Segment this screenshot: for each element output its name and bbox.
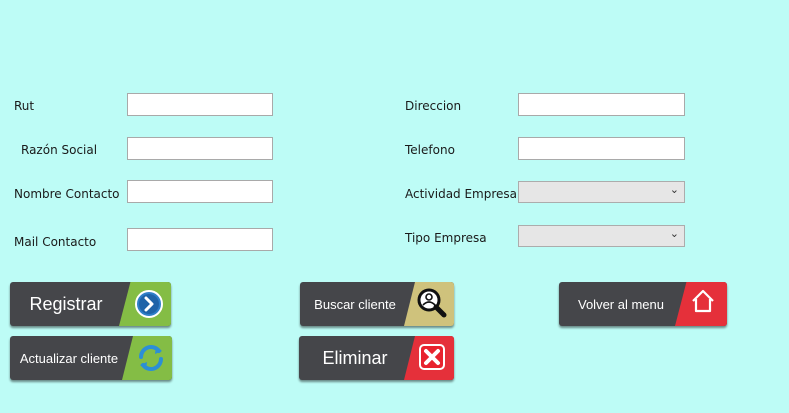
chevron-down-icon: ⌄ [669, 183, 679, 196]
eliminar-label: Eliminar [322, 347, 388, 368]
registrar-label: Registrar [29, 293, 103, 314]
razon-social-label: Razón Social [21, 143, 98, 157]
buscar-cliente-label: Buscar cliente [314, 296, 396, 312]
eliminar-button[interactable]: Eliminar [299, 336, 454, 380]
rut-input[interactable] [127, 93, 273, 116]
chevron-down-icon: ⌄ [669, 227, 679, 240]
razon-social-input[interactable] [127, 137, 273, 160]
actividad-empresa-label: Actividad Empresa [405, 187, 518, 201]
actualizar-cliente-label: Actualizar cliente [19, 350, 119, 366]
tipo-empresa-label: Tipo Empresa [405, 231, 487, 245]
mail-contacto-label: Mail Contacto [14, 235, 97, 249]
volver-al-menu-button[interactable]: Volver al menu [559, 282, 727, 326]
buscar-cliente-button[interactable]: Buscar cliente [300, 282, 454, 326]
arrow-right-icon [135, 290, 163, 318]
mail-contacto-input[interactable] [127, 228, 273, 251]
telefono-label: Telefono [405, 143, 455, 157]
actualizar-cliente-button[interactable]: Actualizar cliente [10, 336, 172, 380]
rut-label: Rut [14, 99, 35, 113]
nombre-contacto-label: Nombre Contacto [14, 187, 120, 201]
home-icon [692, 289, 714, 313]
direccion-label: Direccion [405, 99, 462, 113]
telefono-input[interactable] [518, 137, 685, 160]
registrar-button[interactable]: Registrar [10, 282, 171, 326]
tipo-empresa-select[interactable]: ⌄ [518, 225, 685, 247]
actividad-empresa-select[interactable]: ⌄ [518, 181, 685, 203]
direccion-input[interactable] [518, 93, 685, 116]
search-user-icon [417, 288, 447, 318]
close-icon [419, 344, 445, 370]
volver-al-menu-label: Volver al menu [578, 296, 664, 312]
nombre-contacto-input[interactable] [127, 180, 273, 203]
refresh-icon [139, 345, 163, 371]
